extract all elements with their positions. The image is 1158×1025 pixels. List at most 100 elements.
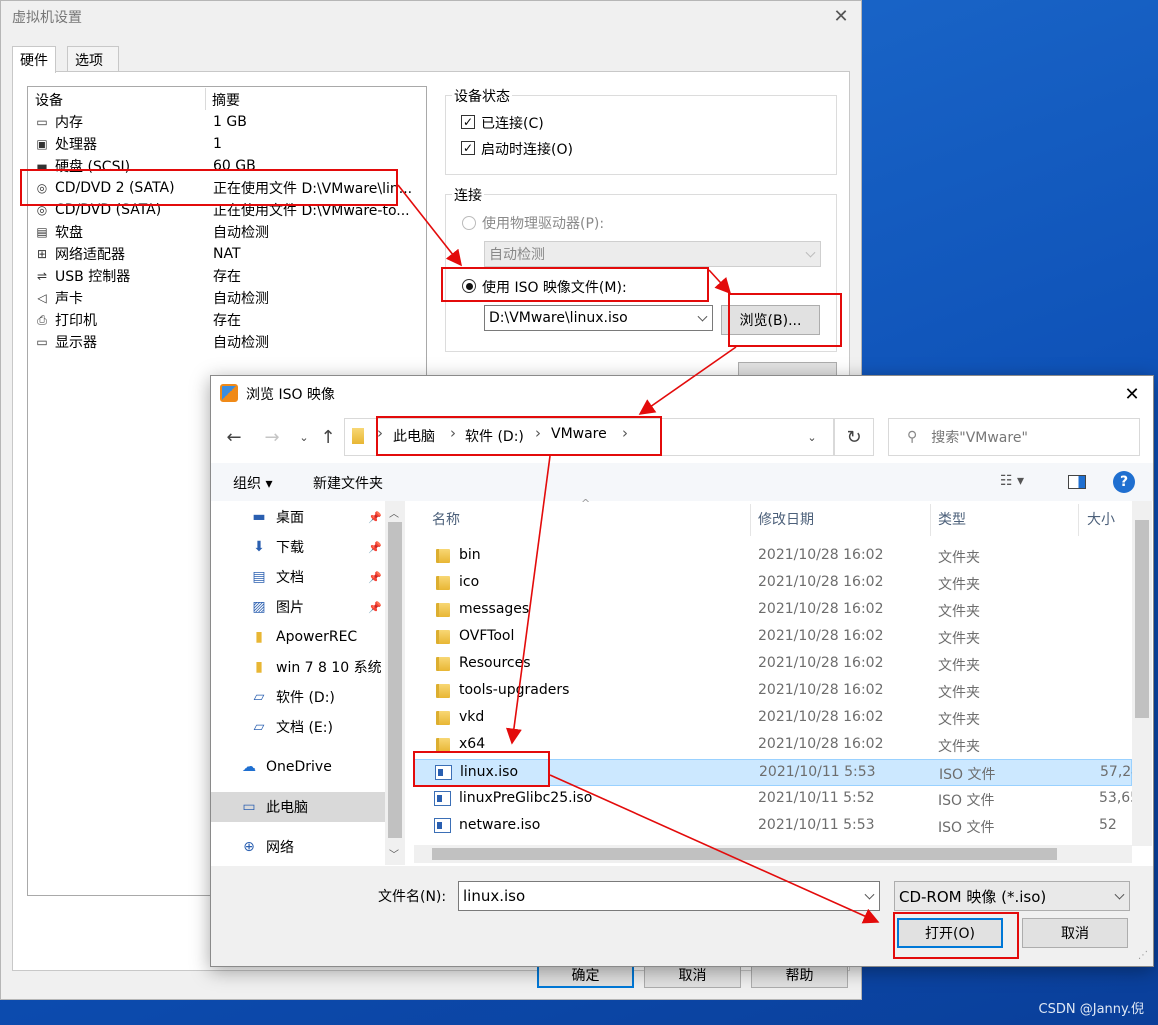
vm-close-button[interactable]: ✕	[828, 2, 854, 30]
device-summary: NAT	[213, 246, 241, 262]
column-separator[interactable]	[750, 504, 751, 536]
nav-item[interactable]: ▨ 图片	[248, 593, 388, 621]
file-name: netware.iso	[459, 817, 541, 833]
address-history-button[interactable]: ⌄	[800, 424, 824, 450]
dialog-cancel-button[interactable]: 取消	[1022, 918, 1128, 948]
device-row[interactable]: ▭ 内存 1 GB	[33, 111, 423, 133]
connect-at-power-on-checkbox[interactable]: ✓	[461, 141, 475, 155]
device-row[interactable]: ⎙ 打印机 存在	[33, 309, 423, 331]
nav-item[interactable]: ⊕ 网络	[238, 833, 378, 861]
device-row[interactable]: ▬ 硬盘 (SCSI) 60 GB	[33, 155, 423, 177]
filetype-select[interactable]: CD-ROM 映像 (*.iso)	[894, 881, 1130, 911]
file-row[interactable]: messages 2021/10/28 16:02 文件夹	[414, 597, 1132, 624]
column-header-size[interactable]: 大小	[1087, 509, 1115, 529]
column-header-name[interactable]: 名称	[432, 509, 460, 529]
forward-button[interactable]: →	[260, 424, 284, 450]
iso-path-combo[interactable]: D:\VMware\linux.iso	[484, 305, 713, 331]
nav-item[interactable]: ☁ OneDrive	[238, 753, 378, 781]
file-name: OVFTool	[459, 628, 515, 644]
column-separator[interactable]	[930, 504, 931, 536]
scroll-down-icon[interactable]: ﹀	[389, 846, 399, 861]
file-name: tools-upgraders	[459, 682, 570, 698]
nav-item[interactable]: ▮ ApowerREC	[248, 623, 388, 651]
breadcrumb-separator[interactable]: ›	[450, 424, 456, 442]
file-list-scrollbar-thumb[interactable]	[1135, 520, 1149, 718]
nav-item-label: 桌面	[276, 510, 304, 526]
file-row[interactable]: Resources 2021/10/28 16:02 文件夹	[414, 651, 1132, 678]
nav-item[interactable]: ▭ 此电脑	[238, 793, 378, 821]
nav-item[interactable]: ▮ win 7 8 10 系统	[248, 653, 388, 681]
file-row[interactable]: tools-upgraders 2021/10/28 16:02 文件夹	[414, 678, 1132, 705]
device-name: USB 控制器	[55, 269, 131, 285]
file-modified: 2021/10/28 16:02	[758, 682, 884, 698]
up-button[interactable]: ↑	[316, 424, 340, 450]
new-folder-button[interactable]: 新建文件夹	[313, 473, 383, 493]
nav-item[interactable]: ⬇ 下载	[248, 533, 388, 561]
scroll-up-icon[interactable]: ︿	[389, 505, 399, 520]
breadcrumb-vmware[interactable]: VMware	[551, 426, 607, 442]
breadcrumb-drive-d[interactable]: 软件 (D:)	[465, 426, 524, 446]
physical-drive-radio[interactable]	[462, 216, 476, 230]
device-row[interactable]: ◁ 声卡 自动检测	[33, 287, 423, 309]
column-header-type[interactable]: 类型	[938, 509, 966, 529]
file-row[interactable]: x64 2021/10/28 16:02 文件夹	[414, 732, 1132, 759]
refresh-button[interactable]: ↻	[834, 418, 874, 456]
this-pc-icon: ▭	[242, 799, 256, 815]
summary-column-header[interactable]: 摘要	[212, 90, 240, 110]
filename-input[interactable]: linux.iso	[458, 881, 880, 911]
horizontal-scrollbar-thumb[interactable]	[432, 848, 1057, 860]
device-column-header[interactable]: 设备	[35, 90, 63, 110]
dialog-close-button[interactable]: ✕	[1118, 380, 1146, 408]
search-icon: ⚲	[907, 429, 918, 445]
device-row[interactable]: ⊞ 网络适配器 NAT	[33, 243, 423, 265]
column-separator[interactable]	[1078, 504, 1079, 536]
device-row[interactable]: ◎ CD/DVD (SATA) 正在使用文件 D:\VMware-to...	[33, 199, 423, 221]
file-row[interactable]: bin 2021/10/28 16:02 文件夹	[414, 543, 1132, 570]
resize-grip-icon[interactable]: ⋰	[1138, 950, 1148, 961]
browse-button[interactable]: 浏览(B)...	[721, 305, 820, 335]
folder-icon	[436, 630, 450, 644]
breadcrumb-this-pc[interactable]: 此电脑	[393, 426, 435, 446]
tab-options[interactable]: 选项	[67, 46, 119, 72]
nav-item[interactable]: ▱ 文档 (E:)	[248, 713, 388, 741]
nav-item[interactable]: ▬ 桌面	[248, 503, 388, 531]
recent-locations-button[interactable]: ⌄	[292, 424, 316, 450]
help-icon[interactable]: ?	[1113, 471, 1135, 493]
device-row[interactable]: ⇌ USB 控制器 存在	[33, 265, 423, 287]
arrow-up-icon: ↑	[320, 426, 336, 448]
breadcrumb-separator[interactable]: ›	[535, 424, 541, 442]
file-name: x64	[459, 736, 486, 752]
column-header-modified[interactable]: 修改日期	[758, 509, 814, 529]
device-row[interactable]: ◎ CD/DVD 2 (SATA) 正在使用文件 D:\VMware\lin...	[33, 177, 423, 199]
connected-checkbox[interactable]: ✓	[461, 115, 475, 129]
breadcrumb-separator[interactable]: ›	[622, 424, 628, 442]
file-row[interactable]: netware.iso 2021/10/11 5:53 ISO 文件 52	[414, 813, 1132, 840]
device-name: 显示器	[55, 335, 97, 351]
organize-button[interactable]: 组织 ▾	[233, 473, 272, 493]
device-status-group	[445, 95, 837, 175]
tab-hardware[interactable]: 硬件	[12, 46, 56, 73]
file-row[interactable]: linuxPreGlibc25.iso 2021/10/11 5:52 ISO 文件…	[414, 786, 1139, 813]
file-row[interactable]: vkd 2021/10/28 16:02 文件夹	[414, 705, 1132, 732]
iso-image-radio[interactable]	[462, 279, 476, 293]
connect-at-power-on-label: 启动时连接(O)	[481, 142, 573, 158]
search-box[interactable]: ⚲ 搜索"VMware"	[888, 418, 1140, 456]
open-button[interactable]: 打开(O)	[897, 918, 1003, 948]
view-options-icon[interactable]: ☷ ▾	[1000, 473, 1024, 489]
device-row[interactable]: ▤ 软盘 自动检测	[33, 221, 423, 243]
file-row[interactable]: OVFTool 2021/10/28 16:02 文件夹	[414, 624, 1132, 651]
nav-item[interactable]: ▤ 文档	[248, 563, 388, 591]
device-row[interactable]: ▣ 处理器 1	[33, 133, 423, 155]
file-row[interactable]: ico 2021/10/28 16:02 文件夹	[414, 570, 1132, 597]
back-button[interactable]: ←	[222, 424, 246, 450]
nav-item[interactable]: ▱ 软件 (D:)	[248, 683, 388, 711]
nav-item-label: 此电脑	[266, 800, 308, 816]
advanced-button-partial[interactable]	[738, 362, 837, 376]
file-type: ISO 文件	[938, 820, 995, 836]
file-row[interactable]: linux.iso 2021/10/11 5:53 ISO 文件 57,24	[414, 759, 1140, 786]
chevron-down-icon[interactable]	[864, 889, 875, 900]
device-row[interactable]: ▭ 显示器 自动检测	[33, 331, 423, 353]
preview-pane-icon[interactable]	[1068, 475, 1086, 489]
nav-scrollbar-thumb[interactable]	[388, 522, 402, 838]
file-type: 文件夹	[938, 712, 980, 728]
